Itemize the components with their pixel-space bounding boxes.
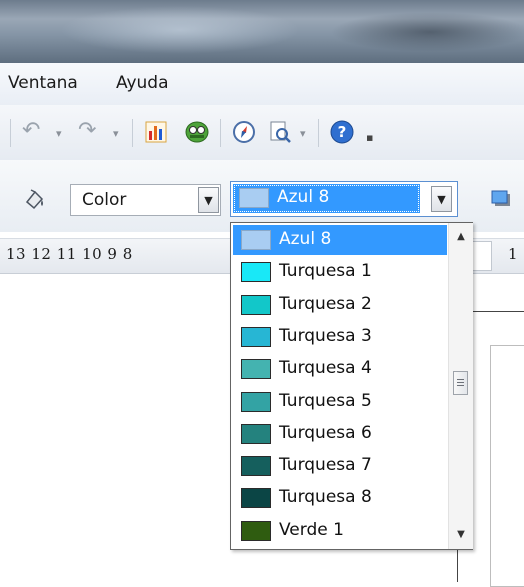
color-option[interactable]: Azul 8 [233,225,447,255]
color-swatch [241,488,271,509]
fill-color-dropdown-button[interactable]: ▼ [431,186,452,212]
color-option[interactable]: Verde 1 [233,516,447,546]
color-swatch [241,456,271,477]
scroll-up-arrow-icon[interactable]: ▲ [449,226,473,248]
color-option[interactable]: Turquesa 3 [233,322,447,352]
color-option[interactable]: Turquesa 8 [233,483,447,513]
fill-color-selected: Azul 8 [233,184,420,213]
color-option[interactable]: Turquesa 7 [233,451,447,481]
color-option-label: Verde 1 [279,519,344,540]
toolbar-separator [220,119,221,147]
color-option-label: Turquesa 3 [279,325,372,346]
list-scrollbar[interactable]: ▲ ▼ [448,223,473,549]
chart-icon[interactable] [144,120,168,149]
color-swatch [241,326,271,347]
color-swatch [241,294,271,315]
color-option-label: Turquesa 1 [279,261,372,282]
fill-color-swatch [239,188,269,208]
shadow-icon[interactable] [490,188,512,215]
paint-bucket-icon[interactable] [22,188,46,217]
undo-dropdown-icon[interactable]: ▾ [56,127,62,140]
color-option-label: Azul 8 [279,229,332,249]
navigator-icon[interactable] [232,120,256,149]
scroll-thumb[interactable] [453,371,468,395]
grip-line [457,385,464,386]
fill-style-value: Color [82,190,127,210]
color-swatch [241,262,271,283]
bibliography-icon[interactable] [184,120,210,149]
menu-bar: Ventana Ayuda [0,63,524,106]
svg-text:?: ? [338,123,347,141]
color-option-label: Turquesa 5 [279,390,372,411]
toolbar-separator [132,119,133,147]
color-dropdown-list[interactable]: Azul 8 Turquesa 1 Turquesa 2 Turquesa 3 Turq… [230,222,473,550]
title-bar-highlight [60,6,300,54]
fill-color-select[interactable]: Azul 8 [230,181,458,217]
color-option-label: Turquesa 2 [279,293,372,314]
toolbar-separator [318,119,319,147]
help-icon[interactable]: ? [330,120,354,149]
color-option-label: Turquesa 7 [279,455,372,476]
color-option-label: Turquesa 6 [279,422,372,443]
ruler-numbers: 13 12 11 10 9 8 [6,245,133,263]
page-border-line [470,311,524,312]
grip-line [457,382,464,383]
scroll-down-arrow-icon[interactable]: ▼ [449,524,473,546]
color-swatch [241,230,271,250]
color-option-label: Turquesa 8 [279,487,372,508]
color-swatch [241,391,271,412]
zoom-icon[interactable] [268,120,292,149]
title-bar-shade [330,12,524,52]
color-option[interactable]: Turquesa 6 [233,419,447,449]
menu-ayuda[interactable]: Ayuda [116,73,169,93]
color-swatch [241,423,271,444]
color-swatch [241,359,271,380]
ruler-number-right: 1 [508,245,518,263]
toolbar-separator [10,119,11,147]
document-page [490,345,524,587]
undo-icon[interactable]: ↶ [22,120,40,142]
redo-icon[interactable]: ↷ [78,120,96,142]
color-option[interactable]: Turquesa 4 [233,354,447,384]
color-option[interactable]: Turquesa 1 [233,257,447,287]
fill-style-dropdown-button[interactable]: ▼ [198,187,219,213]
color-option[interactable]: Turquesa 5 [233,387,447,417]
fill-color-value: Azul 8 [277,187,330,207]
zoom-dropdown-icon[interactable]: ▾ [300,127,306,140]
toolbar-overflow-icon[interactable]: ▪ [366,131,373,144]
color-option[interactable]: Turquesa 2 [233,290,447,320]
menu-ventana[interactable]: Ventana [8,73,78,93]
color-swatch [241,520,271,541]
color-option-label: Turquesa 4 [279,358,372,379]
standard-toolbar: ↶ ▾ ↷ ▾ ▾ ? ▪ [0,105,524,161]
window-title-bar [0,0,524,63]
redo-dropdown-icon[interactable]: ▾ [113,127,119,140]
grip-line [457,379,464,380]
